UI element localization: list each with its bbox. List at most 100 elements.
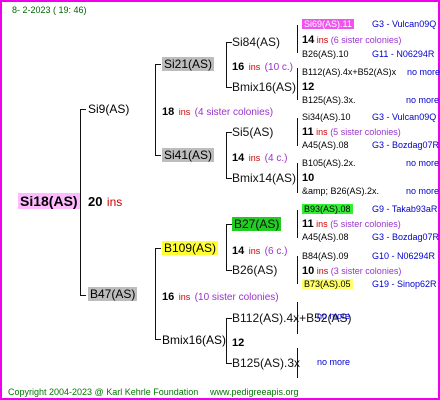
connector [297, 118, 298, 146]
sister-colonies: (6 sister colonies) [330, 35, 402, 45]
level2-node-b109[interactable]: B109(AS) [162, 241, 219, 255]
sister-colonies: (3 sister colonies) [330, 266, 402, 276]
level3-node[interactable]: Si5(AS) [232, 126, 273, 138]
sister-colonies: (6 c.) [264, 246, 288, 257]
ins-label: ins [316, 127, 328, 137]
connector [155, 248, 156, 339]
level4-count: 12 [302, 81, 315, 93]
ins-label: ins [178, 107, 191, 117]
level4-row: B93(AS).08 [302, 204, 353, 214]
level4-node[interactable]: B125(AS).3x. [302, 96, 356, 105]
connector [80, 109, 81, 295]
level4-stats: 11 ins (5 sister colonies) [302, 127, 401, 138]
level3-node[interactable]: B26(AS) [232, 264, 277, 276]
level4-link[interactable]: no more [317, 358, 350, 367]
count: 14 [232, 152, 245, 164]
level4-link[interactable]: G9 - Takab93aR [372, 205, 437, 214]
level2-node-si41[interactable]: Si41(AS) [162, 148, 215, 162]
level3-node[interactable]: Si84(AS) [232, 36, 280, 48]
connector [226, 224, 227, 270]
connector [226, 318, 227, 363]
level4-node[interactable]: B84(AS).09 [302, 252, 349, 261]
node-label[interactable]: Si69(AS).11 [302, 19, 354, 29]
root-queen[interactable]: Si18(AS) [18, 193, 80, 209]
level4-node[interactable]: B26(AS).10 [302, 50, 349, 59]
level4-node[interactable]: A45(AS).08 [302, 233, 349, 242]
root-name: Si18(AS) [18, 193, 80, 209]
connector [226, 132, 227, 178]
sister-colonies: (4 sister colonies) [194, 107, 274, 118]
level4-link[interactable]: no more [406, 96, 439, 105]
connector [297, 163, 298, 193]
level4-node[interactable]: Si34(AS).10 [302, 113, 351, 122]
node-label[interactable]: B93(AS).08 [302, 204, 353, 214]
level3-node[interactable]: Bmix14(AS) [232, 172, 296, 184]
connector [297, 25, 298, 53]
count: 11 [302, 218, 314, 230]
level3-node[interactable]: Bmix16(AS) [232, 81, 296, 93]
level4-stats: 14 ins (6 sister colonies) [302, 35, 401, 46]
level2-si41-stats: 14 ins (4 c.) [232, 149, 287, 165]
count: 10 [302, 265, 315, 277]
ins-label: ins [316, 35, 329, 45]
count: 14 [302, 34, 315, 46]
ins-label: ins [248, 246, 261, 256]
count: 18 [162, 106, 175, 118]
level2-b109-stats: 14 ins (6 c.) [232, 242, 287, 258]
date-stamp: 8- 2-2023 ( 19: 46) [12, 5, 87, 15]
sister-colonies: (5 sister colonies) [330, 127, 401, 137]
root-count: 20 [88, 194, 103, 209]
connector [155, 155, 161, 156]
root-count-group: 20 ins [88, 194, 122, 210]
count: 14 [232, 245, 245, 257]
level4-count: 10 [302, 172, 315, 184]
connector [297, 256, 298, 284]
connector [297, 348, 298, 378]
level4-link[interactable]: G3 - Vulcan09Q [372, 113, 436, 122]
level4-link[interactable]: G3 - Bozdag07R [372, 233, 439, 242]
level1-node-b47[interactable]: B47(AS) [88, 287, 138, 301]
level3-node[interactable]: B125(AS).3x [232, 357, 300, 369]
level4-link[interactable]: no more [407, 68, 440, 77]
sister-colonies: (10 c.) [264, 62, 294, 73]
level4-link[interactable]: no more [406, 187, 439, 196]
level4-node[interactable]: &amp; B26(AS).2x. [302, 187, 379, 196]
level4-link[interactable]: G3 - Vulcan09Q [372, 20, 436, 29]
count: 16 [162, 291, 175, 303]
count: 12 [232, 337, 245, 349]
connector [80, 295, 86, 296]
level4-stats: 10 ins (3 sister colonies) [302, 266, 401, 277]
ins-label: ins [316, 266, 329, 276]
level4-link[interactable]: no more [406, 159, 439, 168]
count: 16 [232, 61, 245, 73]
level4-link[interactable]: no more [317, 312, 350, 321]
level4-row: Si69(AS).11 [302, 19, 354, 29]
node-label[interactable]: B73(AS).05 [302, 279, 353, 289]
level4-node[interactable]: A45(AS).08 [302, 141, 349, 150]
connector [297, 302, 298, 334]
level4-link[interactable]: G11 - N06294R [372, 50, 434, 59]
level4-link[interactable]: G3 - Bozdag07R [372, 141, 439, 150]
node-label: Si21(AS) [162, 57, 215, 71]
level1-node-si9[interactable]: Si9(AS) [88, 103, 129, 115]
ins-label: ins [316, 219, 328, 229]
level4-node[interactable]: B105(AS).2x. [302, 159, 356, 168]
level2-node-si21[interactable]: Si21(AS) [162, 57, 215, 71]
node-label: B47(AS) [88, 287, 138, 301]
count: 11 [302, 126, 314, 138]
ins-label: ins [178, 292, 191, 302]
connector [80, 109, 86, 110]
level3-node[interactable]: B27(AS) [232, 217, 282, 231]
footer-copyright: Copyright 2004-2023 @ Karl Kehrle Founda… [8, 387, 199, 397]
level2-si21-stats: 16 ins (10 c.) [232, 58, 293, 74]
level4-link[interactable]: G19 - Sinop62R [372, 280, 437, 289]
connector [297, 68, 298, 100]
pedigree-frame: 8- 2-2023 ( 19: 46) Si18(AS) 20 ins Si9(… [0, 0, 440, 400]
level4-node[interactable]: B112(AS).4x+B52(AS)x [302, 68, 396, 77]
connector [155, 64, 161, 65]
level4-row: B73(AS).05 [302, 279, 353, 289]
footer-link[interactable]: www.pedigreeapis.org [210, 388, 299, 397]
level2-node-bmix16[interactable]: Bmix16(AS) [162, 334, 226, 346]
level4-link[interactable]: G10 - N06294R [372, 252, 435, 261]
node-label: B109(AS) [162, 241, 219, 255]
